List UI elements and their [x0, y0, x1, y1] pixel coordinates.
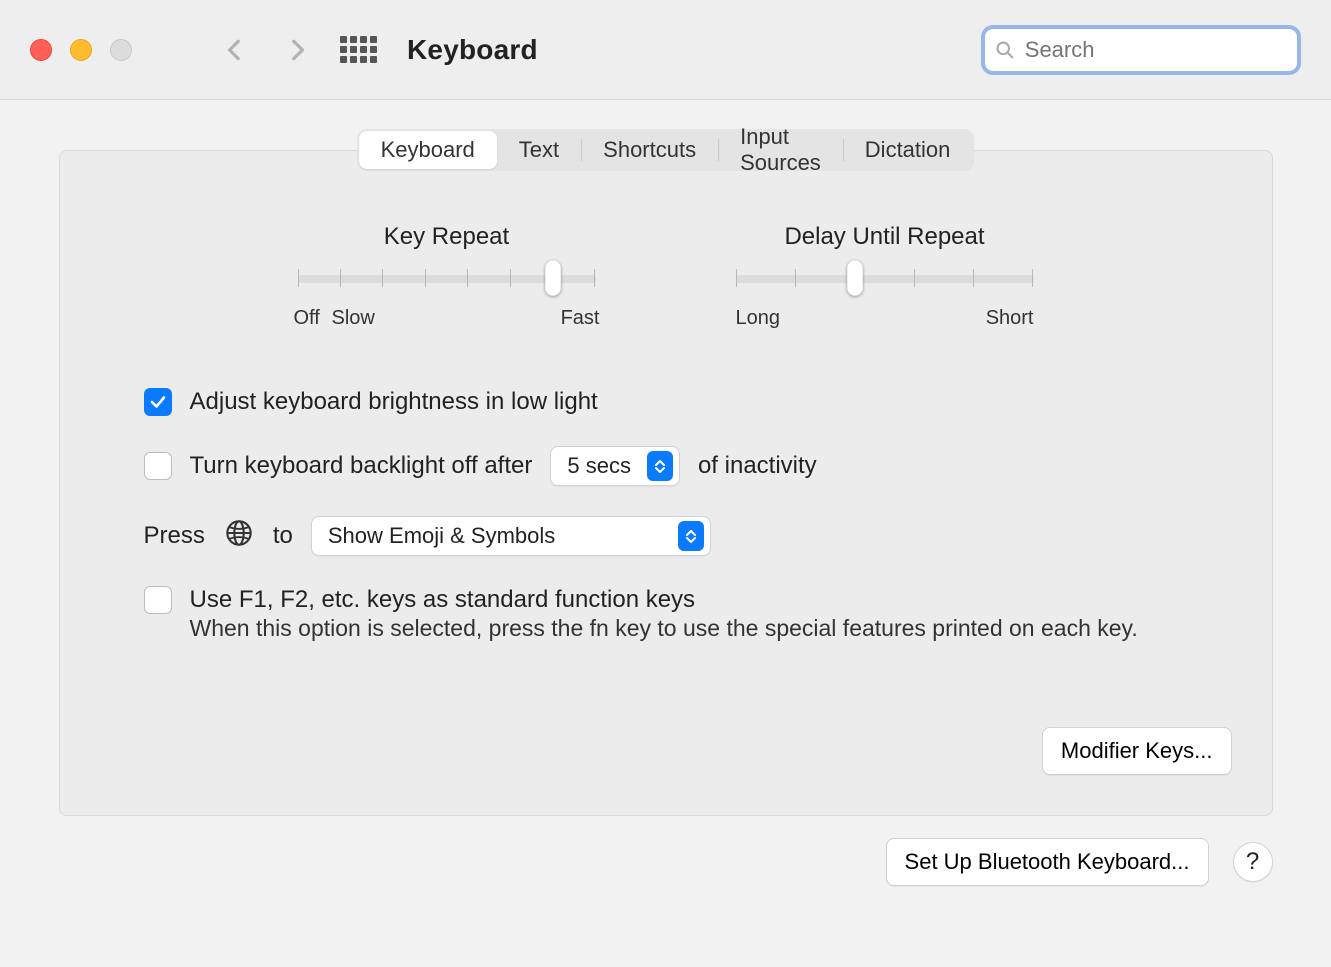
- delay-long-label: Long: [736, 307, 781, 330]
- modifier-keys-button[interactable]: Modifier Keys...: [1042, 727, 1232, 775]
- search-icon: [995, 39, 1015, 61]
- key-repeat-group: Key Repeat Off Slow Fast: [298, 223, 596, 330]
- backlight-off-label-before: Turn keyboard backlight off after: [190, 452, 533, 480]
- tab-text[interactable]: Text: [497, 131, 581, 169]
- help-button[interactable]: ?: [1233, 842, 1273, 882]
- delay-repeat-slider[interactable]: [736, 275, 1034, 283]
- nav-buttons: [222, 37, 310, 63]
- tab-input-sources[interactable]: Input Sources: [718, 131, 843, 169]
- adjust-brightness-checkbox[interactable]: [144, 388, 172, 416]
- tab-shortcuts[interactable]: Shortcuts: [581, 131, 718, 169]
- backlight-off-label-after: of inactivity: [698, 452, 817, 480]
- globe-action-value: Show Emoji & Symbols: [328, 523, 662, 549]
- globe-row-prefix: Press: [144, 522, 205, 550]
- delay-repeat-label: Delay Until Repeat: [736, 223, 1034, 251]
- tab-keyboard[interactable]: Keyboard: [359, 131, 497, 169]
- key-repeat-slow-label: Slow: [332, 307, 375, 330]
- key-repeat-thumb[interactable]: [545, 260, 561, 296]
- check-icon: [149, 393, 167, 411]
- keyboard-panel: Keyboard Text Shortcuts Input Sources Di…: [59, 150, 1273, 816]
- key-repeat-label: Key Repeat: [298, 223, 596, 251]
- globe-row-mid: to: [273, 522, 293, 550]
- bluetooth-keyboard-button[interactable]: Set Up Bluetooth Keyboard...: [886, 838, 1209, 886]
- backlight-off-checkbox[interactable]: [144, 452, 172, 480]
- fn-keys-checkbox[interactable]: [144, 586, 172, 614]
- key-repeat-slider[interactable]: [298, 275, 596, 283]
- search-input[interactable]: [1025, 37, 1287, 63]
- tab-dictation[interactable]: Dictation: [843, 131, 973, 169]
- search-field[interactable]: [981, 25, 1301, 75]
- close-window-button[interactable]: [30, 39, 52, 61]
- delay-until-repeat-group: Delay Until Repeat Long Short: [736, 223, 1034, 330]
- window-controls: [30, 39, 132, 61]
- show-all-button[interactable]: [340, 36, 377, 63]
- page-title: Keyboard: [407, 34, 538, 66]
- adjust-brightness-label: Adjust keyboard brightness in low light: [190, 388, 598, 416]
- tab-bar: Keyboard Text Shortcuts Input Sources Di…: [357, 129, 975, 171]
- minimize-window-button[interactable]: [70, 39, 92, 61]
- key-repeat-off-label: Off: [294, 307, 320, 330]
- globe-icon: [223, 519, 255, 554]
- globe-action-select[interactable]: Show Emoji & Symbols: [311, 516, 711, 556]
- forward-button[interactable]: [284, 37, 310, 63]
- titlebar: Keyboard: [0, 0, 1331, 100]
- fn-keys-hint: When this option is selected, press the …: [190, 612, 1188, 644]
- fn-keys-label: Use F1, F2, etc. keys as standard functi…: [190, 586, 696, 614]
- key-repeat-fast-label: Fast: [561, 307, 600, 330]
- back-button[interactable]: [222, 37, 248, 63]
- zoom-window-button[interactable]: [110, 39, 132, 61]
- delay-repeat-thumb[interactable]: [847, 260, 863, 296]
- backlight-delay-select[interactable]: 5 secs: [550, 446, 680, 486]
- stepper-icon: [678, 521, 704, 551]
- backlight-delay-value: 5 secs: [567, 453, 631, 479]
- stepper-icon: [647, 451, 673, 481]
- delay-short-label: Short: [986, 307, 1034, 330]
